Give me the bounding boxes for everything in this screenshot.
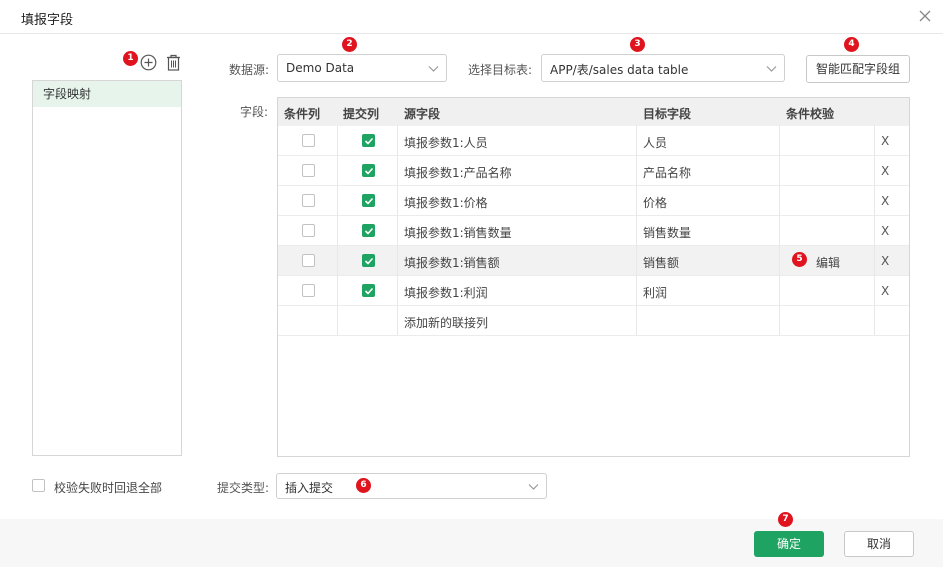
- submit-type-value: 插入提交: [285, 481, 334, 495]
- smart-match-fields-button[interactable]: 智能匹配字段组: [806, 55, 910, 83]
- condition-checkbox[interactable]: [302, 254, 315, 267]
- delete-row-button[interactable]: X: [881, 134, 889, 148]
- target-table-select[interactable]: APP/表/sales data table: [541, 54, 785, 82]
- column-header-submit: 提交列: [343, 107, 380, 121]
- source-field: 填报参数1:销售额: [404, 256, 500, 270]
- column-divider: [337, 126, 338, 335]
- callout-badge-7: 7: [778, 512, 793, 527]
- field-group-item-mapping[interactable]: 字段映射: [33, 81, 181, 107]
- condition-checkbox[interactable]: [302, 194, 315, 207]
- add-join-column-link[interactable]: 添加新的联接列: [404, 314, 488, 331]
- fields-label: 字段:: [240, 105, 269, 119]
- condition-checkbox[interactable]: [302, 134, 315, 147]
- table-row[interactable]: 填报参数1:利润 利润 X: [278, 276, 909, 306]
- submit-checkbox[interactable]: [362, 164, 375, 177]
- table-header: 条件列 提交列 源字段 目标字段 条件校验: [278, 98, 909, 126]
- chevron-down-icon: [428, 66, 439, 72]
- condition-checkbox[interactable]: [302, 284, 315, 297]
- callout-badge-6: 6: [356, 478, 371, 493]
- submit-checkbox[interactable]: [362, 134, 375, 147]
- delete-row-button[interactable]: X: [881, 194, 889, 208]
- column-header-check: 条件校验: [786, 107, 835, 121]
- datasource-value: Demo Data: [286, 61, 355, 75]
- column-divider: [397, 126, 398, 335]
- source-field: 填报参数1:产品名称: [404, 166, 512, 180]
- target-table-value: APP/表/sales data table: [550, 63, 689, 77]
- source-field: 填报参数1:销售数量: [404, 226, 512, 240]
- close-icon[interactable]: [917, 8, 933, 24]
- delete-row-button[interactable]: X: [881, 224, 889, 238]
- add-join-row[interactable]: 添加新的联接列: [278, 306, 909, 336]
- target-field: 价格: [643, 196, 668, 210]
- confirm-button[interactable]: 确定: [754, 531, 824, 557]
- target-field: 销售数量: [643, 226, 692, 240]
- delete-row-button[interactable]: X: [881, 254, 889, 268]
- condition-checkbox[interactable]: [302, 164, 315, 177]
- plus-circle-icon[interactable]: [140, 54, 157, 71]
- submit-checkbox[interactable]: [362, 224, 375, 237]
- chevron-down-icon: [528, 484, 539, 490]
- datasource-label: 数据源:: [229, 63, 270, 77]
- table-row[interactable]: 填报参数1:价格 价格 X: [278, 186, 909, 216]
- submit-checkbox[interactable]: [362, 284, 375, 297]
- column-divider: [874, 126, 875, 335]
- callout-badge-2: 2: [342, 37, 357, 52]
- delete-row-button[interactable]: X: [881, 164, 889, 178]
- table-row[interactable]: 填报参数1:人员 人员 X: [278, 126, 909, 156]
- rollback-all-label: 校验失败时回退全部: [54, 481, 163, 495]
- dialog-title: 填报字段: [21, 13, 74, 28]
- edit-condition-link[interactable]: 编辑: [816, 254, 840, 271]
- column-divider: [779, 126, 780, 335]
- target-table-label: 选择目标表:: [468, 63, 533, 77]
- submit-type-label: 提交类型:: [217, 481, 270, 495]
- target-field: 利润: [643, 286, 668, 300]
- target-field: 产品名称: [643, 166, 692, 180]
- callout-badge-3: 3: [630, 37, 645, 52]
- target-field: 人员: [643, 136, 668, 150]
- datasource-select[interactable]: Demo Data: [277, 54, 447, 82]
- column-header-condition: 条件列: [284, 107, 321, 121]
- dialog-header: 填报字段: [0, 0, 943, 34]
- source-field: 填报参数1:利润: [404, 286, 488, 300]
- chevron-down-icon: [766, 66, 777, 72]
- cancel-button[interactable]: 取消: [844, 531, 914, 557]
- callout-badge-5: 5: [792, 252, 807, 267]
- column-header-target: 目标字段: [643, 107, 692, 121]
- condition-checkbox[interactable]: [302, 224, 315, 237]
- callout-badge-1: 1: [123, 51, 138, 66]
- source-field: 填报参数1:人员: [404, 136, 488, 150]
- field-group-list: 字段映射: [32, 80, 182, 456]
- delete-row-button[interactable]: X: [881, 284, 889, 298]
- source-field: 填报参数1:价格: [404, 196, 488, 210]
- submit-checkbox[interactable]: [362, 254, 375, 267]
- table-row-selected[interactable]: 填报参数1:销售额 销售额 5 编辑 X: [278, 246, 909, 276]
- rollback-all-checkbox[interactable]: [32, 479, 45, 492]
- target-field: 销售额: [643, 256, 680, 270]
- column-header-source: 源字段: [404, 107, 441, 121]
- table-row[interactable]: 填报参数1:销售数量 销售数量 X: [278, 216, 909, 246]
- callout-badge-4: 4: [844, 37, 859, 52]
- submit-type-select[interactable]: 插入提交: [276, 473, 547, 499]
- trash-icon[interactable]: [166, 54, 181, 71]
- submit-checkbox[interactable]: [362, 194, 375, 207]
- table-row[interactable]: 填报参数1:产品名称 产品名称 X: [278, 156, 909, 186]
- column-divider: [636, 126, 637, 335]
- field-mapping-table: 条件列 提交列 源字段 目标字段 条件校验 填报参数1:人员 人员 X 填报参数…: [277, 97, 910, 457]
